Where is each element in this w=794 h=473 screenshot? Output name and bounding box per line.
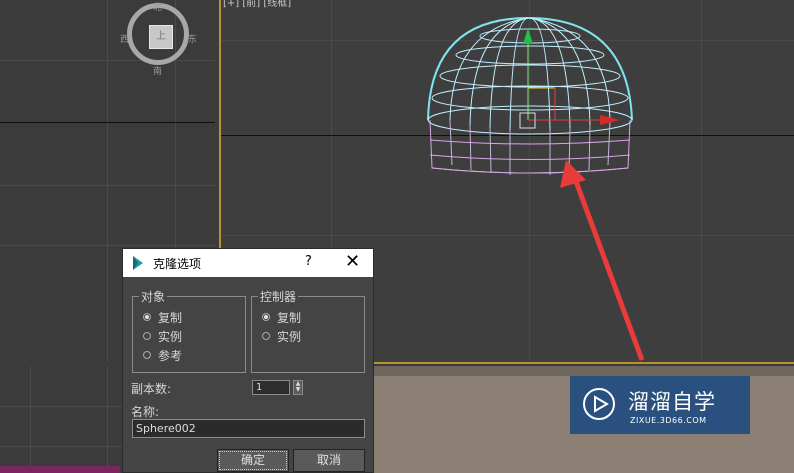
compass-south: 南 (153, 67, 163, 77)
controller-group: 控制器 复制 实例 (251, 288, 365, 373)
radio-button[interactable] (143, 332, 151, 340)
object-group: 对象 复制 实例 参考 (132, 288, 246, 373)
grid-line (529, 0, 530, 362)
grid-line (0, 60, 215, 61)
watermark: 溜溜自学 ZIXUE.3D66.COM (570, 376, 750, 434)
object-group-legend: 对象 (139, 288, 168, 305)
radio-object-instance[interactable]: 实例 (143, 328, 182, 344)
grid-line (0, 185, 215, 186)
radio-button[interactable] (143, 351, 151, 359)
ok-button[interactable]: 确定 (217, 449, 289, 472)
radio-label: 实例 (277, 329, 302, 344)
grid-line (107, 366, 108, 473)
play-logo-icon (583, 388, 615, 420)
radio-label: 参考 (158, 348, 183, 363)
name-field[interactable]: Sphere002 (132, 419, 365, 438)
radio-label: 复制 (277, 310, 302, 325)
radio-button[interactable] (143, 313, 151, 321)
radio-object-copy[interactable]: 复制 (143, 309, 182, 325)
close-button[interactable]: ✕ (345, 251, 360, 272)
dialog-titlebar[interactable]: 克隆选项 ? ✕ (123, 249, 373, 277)
viewport-label[interactable]: [+] [前] [线框] (223, 0, 291, 9)
radio-label: 复制 (158, 310, 183, 325)
help-button[interactable]: ? (305, 254, 312, 269)
clone-options-dialog[interactable]: 克隆选项 ? ✕ 对象 复制 实例 参考 控制器 复制 实例 副本数: 1 ▲ ▼… (122, 248, 374, 473)
controller-group-legend: 控制器 (258, 288, 299, 305)
watermark-url: ZIXUE.3D66.COM (630, 416, 707, 425)
radio-controller-copy[interactable]: 复制 (262, 309, 301, 325)
grid-line (221, 235, 794, 236)
name-label: 名称: (131, 405, 160, 419)
selection-strip (0, 466, 120, 473)
compass-north: 北 (153, 3, 163, 13)
grid-line (701, 0, 702, 362)
grid-line (30, 366, 31, 473)
copies-spinner[interactable]: ▲ ▼ (293, 380, 303, 395)
radio-controller-instance[interactable]: 实例 (262, 328, 301, 344)
grid-line (0, 245, 215, 246)
3dsmax-app-icon (133, 256, 143, 270)
radio-label: 实例 (158, 329, 183, 344)
radio-button[interactable] (262, 332, 270, 340)
radio-button[interactable] (262, 313, 270, 321)
copies-input[interactable]: 1 (252, 380, 290, 395)
cancel-button[interactable]: 取消 (293, 449, 365, 472)
viewcube-face[interactable]: 上 (149, 25, 173, 49)
grid-line (221, 40, 794, 41)
world-axis-line (221, 135, 794, 136)
grid-line (107, 0, 108, 362)
watermark-brand: 溜溜自学 (628, 390, 716, 414)
copies-label: 副本数: (131, 382, 172, 396)
compass-west: 西 (120, 35, 130, 45)
world-axis-line (0, 122, 215, 123)
dialog-title: 克隆选项 (153, 257, 202, 271)
compass-east: 东 (188, 35, 198, 45)
radio-object-reference[interactable]: 参考 (143, 347, 182, 363)
